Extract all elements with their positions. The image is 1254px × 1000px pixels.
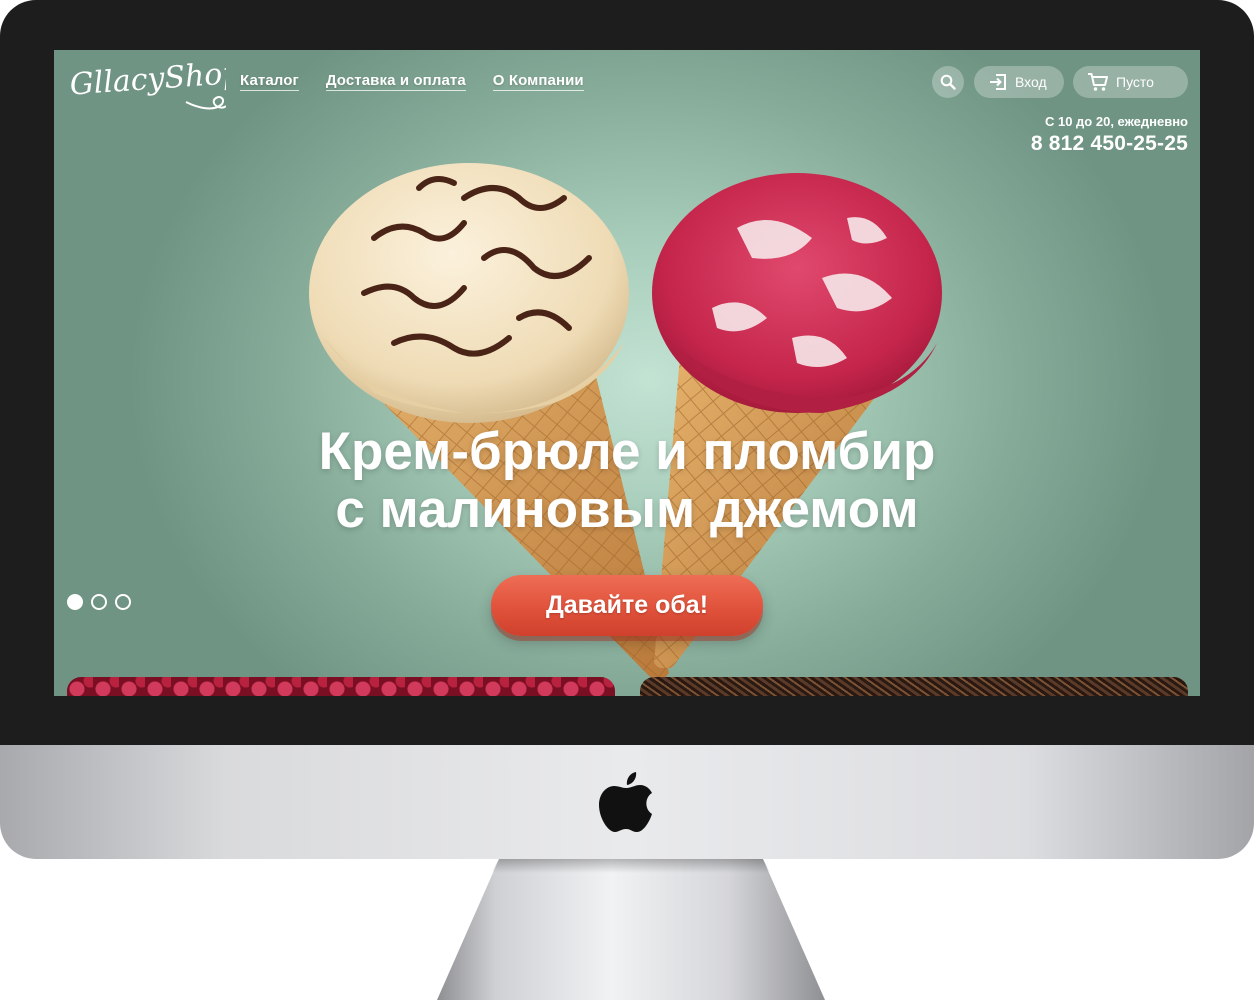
hero-cta-button[interactable]: Давайте оба!: [491, 575, 763, 636]
slider-dot-3[interactable]: [115, 594, 131, 610]
slider-pagination: [67, 594, 131, 610]
cart-label: Пусто: [1116, 74, 1154, 90]
site-logo[interactable]: GllacyShop: [66, 50, 226, 120]
cart-icon: [1088, 73, 1108, 91]
hero-title-line1: Крем-брюле и пломбир: [318, 422, 936, 481]
login-button[interactable]: Вход: [974, 66, 1064, 98]
apple-logo: [599, 772, 652, 832]
working-hours: С 10 до 20, ежедневно: [1044, 114, 1188, 129]
nav-company[interactable]: О Компании: [492, 72, 584, 91]
login-label: Вход: [1015, 74, 1047, 90]
nav-catalog[interactable]: Каталог: [240, 72, 299, 91]
hero-title-line2: с малиновым джемом: [335, 480, 919, 539]
raspberry-card-preview[interactable]: [67, 677, 615, 696]
monitor-stand-shadow: [491, 859, 771, 873]
cart-button[interactable]: Пусто: [1073, 66, 1188, 98]
monitor-stand: [437, 859, 825, 1000]
hero-title: Крем-брюле и пломбир с малиновым джемом: [54, 423, 1200, 539]
nav-delivery[interactable]: Доставка и оплата: [325, 72, 466, 91]
search-icon: [940, 74, 956, 90]
slider-dot-2[interactable]: [91, 594, 107, 610]
website-screen: GllacyShop Каталог Доставка и оплата О К…: [54, 50, 1200, 696]
phone-number[interactable]: 8 812 450-25-25: [1031, 132, 1188, 156]
slider-dot-1[interactable]: [67, 594, 83, 610]
chocolate-card-preview[interactable]: [640, 677, 1188, 696]
main-nav: Каталог Доставка и оплата О Компании: [240, 72, 584, 91]
svg-text:GllacyShop: GllacyShop: [69, 56, 226, 103]
search-button[interactable]: [932, 66, 964, 98]
login-icon: [990, 74, 1006, 90]
